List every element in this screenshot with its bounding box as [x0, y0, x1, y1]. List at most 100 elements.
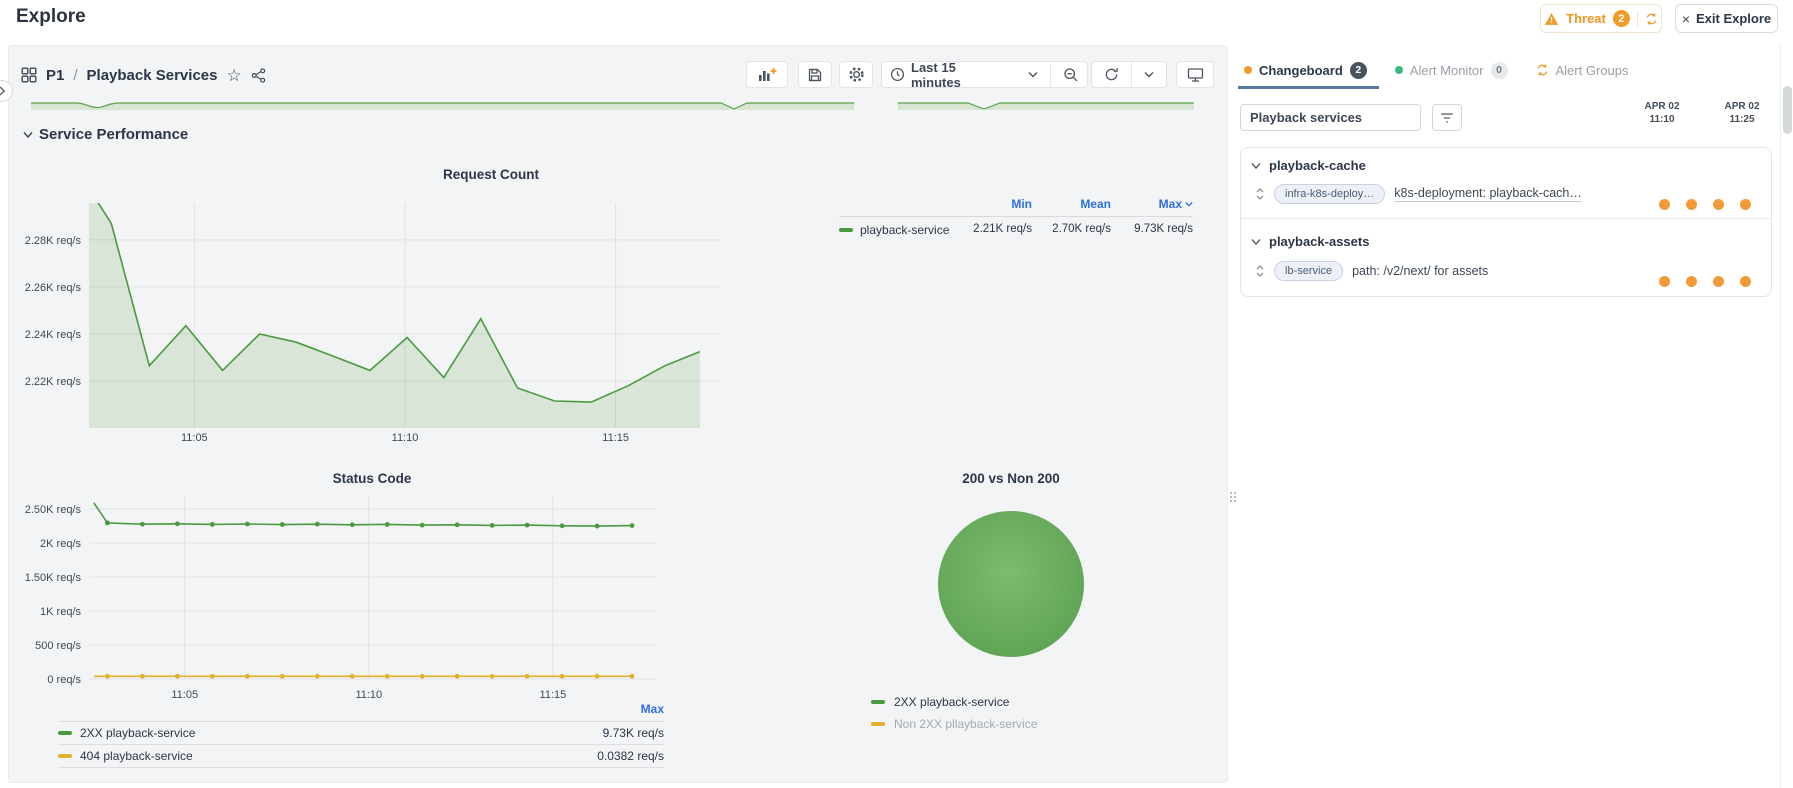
star-icon[interactable]: ☆ — [226, 67, 241, 84]
svg-text:11:10: 11:10 — [392, 432, 419, 444]
svg-text:11:15: 11:15 — [540, 689, 567, 701]
svg-text:1K req/s: 1K req/s — [40, 606, 81, 618]
refresh-icon[interactable] — [1104, 67, 1119, 82]
threat-button[interactable]: Threat 2 — [1540, 4, 1662, 33]
chevron-down-icon — [23, 131, 33, 138]
divider — [1636, 10, 1638, 27]
series-swatch — [839, 228, 853, 232]
tab-changeboard[interactable]: Changeboard 2 — [1238, 55, 1379, 89]
time-range-picker[interactable]: Last 15 minutes — [881, 59, 1088, 90]
green-dot-icon — [1394, 66, 1403, 74]
tab-alert-groups[interactable]: Alert Groups — [1534, 55, 1631, 85]
svg-text:11:15: 11:15 — [602, 432, 629, 444]
page: Explore Threat 2 × Exit Explore P1 / Pla… — [0, 0, 1793, 788]
svg-text:11:10: 11:10 — [355, 689, 382, 701]
settings-gear-button[interactable] — [839, 61, 873, 88]
chevron-down-icon — [1251, 238, 1261, 245]
request-count-legend[interactable]: Min Mean Max playback-service 2.21K req/… — [839, 197, 1193, 237]
svg-text:2K req/s: 2K req/s — [40, 538, 81, 550]
legend-header-max[interactable]: Max — [1111, 197, 1193, 217]
divider — [1050, 62, 1051, 87]
section-service-performance[interactable]: Service Performance — [23, 126, 188, 143]
pie-chart[interactable] — [936, 509, 1086, 659]
legend-row[interactable]: 404 playback-service 0.0382 req/s — [58, 744, 664, 768]
legend-mean-value: 2.70K req/s — [1052, 223, 1111, 235]
change-event-dots — [1659, 276, 1751, 287]
board-name[interactable]: Playback Services — [87, 67, 218, 84]
legend-row[interactable]: Non 2XX pllayback-service — [871, 716, 1037, 731]
changeboard-card: playback-cache infra-k8s-deploy… k8s-dep… — [1240, 147, 1772, 297]
sort-chevron-icon — [1185, 201, 1193, 207]
series-swatch — [58, 731, 72, 735]
time-range-label: Last 15 minutes — [911, 59, 961, 90]
cutoff-chart-strip — [31, 102, 854, 110]
svg-text:2.50K req/s: 2.50K req/s — [25, 504, 82, 516]
legend-series[interactable]: playback-service — [839, 217, 961, 237]
status-code-chart[interactable]: 11:05 11:10 11:15 0 req/s 500 req/s 1K req/s 1… — [9, 491, 689, 711]
change-tag-pill[interactable]: infra-k8s-deploy… — [1274, 184, 1386, 204]
series-swatch — [58, 754, 72, 758]
status-code-legend[interactable]: Max 2XX playback-service 9.73K req/s 404… — [58, 702, 664, 768]
legend-header-min[interactable]: Min — [961, 197, 1032, 217]
refresh-split-button[interactable] — [1091, 61, 1167, 88]
warning-icon — [1544, 12, 1559, 26]
group-playback-assets[interactable]: playback-assets — [1251, 234, 1369, 249]
svg-text:2.28K req/s: 2.28K req/s — [25, 235, 82, 247]
sync-icon — [1536, 63, 1549, 77]
pie-legend: 2XX playback-service Non 2XX pllayback-s… — [871, 694, 1037, 731]
clock-icon — [890, 67, 905, 82]
sync-icon[interactable] — [1645, 12, 1658, 26]
cutoff-chart-strip — [898, 102, 1194, 110]
change-event-dots — [1659, 199, 1751, 210]
divider — [1241, 218, 1771, 219]
change-description[interactable]: path: /v2/next/ for assets — [1352, 264, 1488, 278]
group-playback-cache[interactable]: playback-cache — [1251, 158, 1366, 173]
series-swatch — [871, 699, 885, 704]
orange-dot-icon — [1244, 66, 1252, 74]
scrollbar[interactable] — [1780, 45, 1793, 788]
legend-max-value: 9.73K req/s — [1134, 223, 1193, 235]
legend-row[interactable]: 2XX playback-service 9.73K req/s — [58, 721, 664, 744]
filter-icon — [1441, 112, 1453, 123]
panel-resize-handle[interactable] — [1230, 492, 1238, 508]
exit-explore-button[interactable]: × Exit Explore — [1675, 4, 1778, 33]
threat-label: Threat — [1566, 11, 1606, 26]
chevron-down-icon[interactable] — [1144, 71, 1154, 78]
board-code[interactable]: P1 — [46, 67, 64, 84]
sort-updown-icon — [1256, 265, 1264, 277]
filter-button[interactable] — [1432, 104, 1462, 131]
change-tag-pill[interactable]: lb-service — [1274, 261, 1344, 281]
chevron-right-icon — [0, 86, 6, 96]
svg-text:0 req/s: 0 req/s — [47, 674, 81, 686]
svg-text:11:05: 11:05 — [171, 689, 198, 701]
add-chart-button[interactable] — [746, 61, 788, 88]
chevron-down-icon — [1251, 162, 1261, 169]
tab-alert-monitor[interactable]: Alert Monitor 0 — [1393, 55, 1510, 85]
change-description[interactable]: k8s-deployment: playback-cach… — [1394, 186, 1582, 202]
breadcrumb: P1 / Playback Services ☆ — [21, 63, 266, 87]
svg-text:2.22K req/s: 2.22K req/s — [25, 376, 82, 388]
chevron-down-icon — [1028, 71, 1038, 78]
legend-min-value: 2.21K req/s — [973, 223, 1032, 235]
legend-row[interactable]: 2XX playback-service — [871, 694, 1037, 709]
svg-text:500 req/s: 500 req/s — [35, 640, 81, 652]
grid-icon[interactable] — [21, 67, 37, 83]
svg-text:11:05: 11:05 — [181, 432, 208, 444]
divider — [1131, 62, 1132, 87]
search-input[interactable] — [1240, 104, 1421, 131]
share-icon[interactable] — [251, 67, 266, 83]
legend-header-mean[interactable]: Mean — [1032, 197, 1111, 217]
alert-monitor-count-badge: 0 — [1490, 61, 1508, 79]
zoom-out-icon[interactable] — [1063, 67, 1079, 83]
request-count-chart[interactable]: 11:05 11:10 11:15 2.22K req/s 2.24K req/s 2.2… — [9, 191, 769, 451]
legend-header-max[interactable]: Max — [58, 702, 664, 721]
time-column-header: APR 02 11:10 — [1644, 101, 1680, 125]
breadcrumb-separator: / — [73, 66, 78, 84]
tv-mode-button[interactable] — [1176, 61, 1214, 88]
scrollbar-thumb[interactable] — [1783, 86, 1792, 134]
svg-text:2.24K req/s: 2.24K req/s — [25, 329, 82, 341]
series-swatch — [871, 721, 885, 726]
page-title: Explore — [16, 6, 86, 27]
save-button[interactable] — [798, 61, 832, 88]
pie-chart-title: 200 vs Non 200 — [962, 471, 1060, 486]
